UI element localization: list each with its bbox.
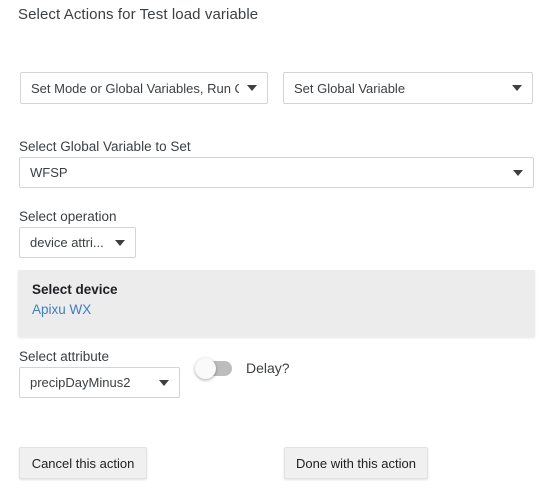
delay-toggle-group: Delay? <box>195 357 290 379</box>
attribute-label: Select attribute <box>19 349 110 364</box>
device-name-link[interactable]: Apixu WX <box>32 300 91 319</box>
chevron-down-icon <box>247 85 257 91</box>
cancel-action-button[interactable]: Cancel this action <box>19 447 147 479</box>
operation-select[interactable]: device attri... <box>19 227 136 258</box>
action-type-select-value: Set Mode or Global Variables, Run C... <box>31 80 239 96</box>
device-panel: Select device Apixu WX <box>18 270 535 337</box>
chevron-down-icon <box>513 169 523 176</box>
attribute-select-value: precipDayMinus2 <box>30 375 131 390</box>
chevron-down-icon <box>159 379 169 386</box>
operation-label: Select operation <box>19 209 117 224</box>
action-type-select[interactable]: Set Mode or Global Variables, Run C... <box>20 72 268 104</box>
done-action-button[interactable]: Done with this action <box>284 447 428 479</box>
delay-toggle-knob <box>195 357 216 379</box>
chevron-down-icon <box>512 85 522 91</box>
action-kind-select[interactable]: Set Global Variable <box>283 72 533 104</box>
delay-toggle[interactable] <box>195 357 232 379</box>
action-kind-select-value: Set Global Variable <box>294 80 406 96</box>
global-variable-select[interactable]: WFSP <box>19 157 534 188</box>
delay-toggle-label: Delay? <box>246 360 290 376</box>
page-title: Select Actions for Test load variable <box>18 6 259 23</box>
global-variable-label: Select Global Variable to Set <box>19 139 191 154</box>
device-panel-title: Select device <box>32 282 118 297</box>
chevron-down-icon <box>115 239 125 246</box>
operation-select-value: device attri... <box>30 235 104 250</box>
global-variable-select-value: WFSP <box>30 165 68 180</box>
attribute-select[interactable]: precipDayMinus2 <box>19 367 180 398</box>
